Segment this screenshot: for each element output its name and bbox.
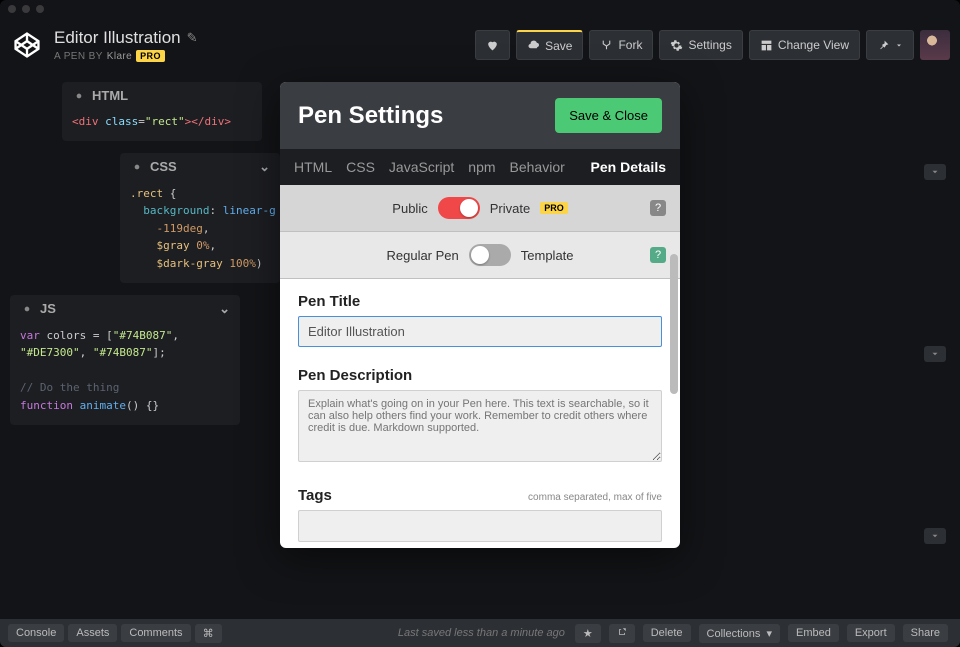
private-label: Private: [490, 201, 530, 216]
save-close-button[interactable]: Save & Close: [555, 98, 662, 133]
help-icon[interactable]: ?: [650, 200, 666, 216]
pin-button[interactable]: [866, 30, 914, 60]
tab-html[interactable]: HTML: [294, 159, 332, 175]
js-panel-label: JS: [40, 301, 56, 316]
shortcuts-button[interactable]: ⌘: [195, 624, 222, 643]
app-header: Editor Illustration ✎ A PEN BY Klare PRO…: [0, 18, 960, 72]
template-toggle-row: Regular Pen Template ?: [280, 232, 680, 279]
public-label: Public: [392, 201, 427, 216]
collections-button[interactable]: Collections ▾: [699, 624, 780, 643]
tab-pen-details[interactable]: Pen Details: [591, 159, 666, 175]
js-editor-panel[interactable]: JS⌄ var colors = ["#74B087","#DE7300", "…: [10, 295, 240, 425]
assets-button[interactable]: Assets: [68, 624, 117, 642]
traffic-light-min[interactable]: [22, 5, 30, 13]
collapse-button[interactable]: [924, 164, 946, 180]
comments-button[interactable]: Comments: [121, 624, 190, 642]
share-button[interactable]: Share: [903, 624, 948, 642]
pen-info: Editor Illustration ✎ A PEN BY Klare PRO: [54, 28, 475, 62]
export-button[interactable]: Export: [847, 624, 895, 642]
modal-title: Pen Settings: [298, 102, 555, 130]
pro-badge: PRO: [540, 202, 568, 214]
edit-title-icon[interactable]: ✎: [187, 30, 198, 46]
pen-title: Editor Illustration: [54, 28, 181, 48]
tab-javascript[interactable]: JavaScript: [389, 159, 454, 175]
console-button[interactable]: Console: [8, 624, 64, 642]
traffic-light-max[interactable]: [36, 5, 44, 13]
tab-behavior[interactable]: Behavior: [510, 159, 565, 175]
fork-button[interactable]: Fork: [589, 30, 653, 60]
save-status: Last saved less than a minute ago: [398, 627, 565, 639]
tab-css[interactable]: CSS: [346, 159, 375, 175]
codepen-logo[interactable]: [10, 28, 44, 62]
privacy-toggle-row: Public Private PRO ?: [280, 185, 680, 232]
modal-scrollbar[interactable]: [670, 254, 678, 548]
chevron-down-icon[interactable]: ⌄: [219, 301, 230, 317]
traffic-light-close[interactable]: [8, 5, 16, 13]
star-button[interactable]: ★: [575, 624, 601, 643]
pen-desc-label: Pen Description: [298, 367, 662, 384]
byline-prefix: A PEN BY: [54, 51, 103, 62]
regular-pen-label: Regular Pen: [386, 248, 458, 263]
tags-hint: comma separated, max of five: [528, 492, 662, 503]
html-panel-label: HTML: [92, 88, 128, 103]
heart-button[interactable]: [475, 30, 510, 60]
tags-input[interactable]: [298, 510, 662, 542]
help-icon[interactable]: ?: [650, 247, 666, 263]
user-avatar[interactable]: [920, 30, 950, 60]
pro-badge: PRO: [136, 50, 165, 62]
mac-titlebar: [0, 0, 960, 18]
chevron-down-icon[interactable]: ⌄: [259, 159, 270, 175]
collapse-button[interactable]: [924, 346, 946, 362]
footer-bar: Console Assets Comments ⌘ Last saved les…: [0, 619, 960, 647]
template-switch[interactable]: [469, 244, 511, 266]
pen-title-input[interactable]: [298, 316, 662, 347]
pen-settings-modal: Pen Settings Save & Close HTML CSS JavaS…: [280, 82, 680, 548]
html-editor-panel[interactable]: HTML <div class="rect"></div>: [62, 82, 262, 141]
settings-button[interactable]: Settings: [659, 30, 742, 60]
css-panel-label: CSS: [150, 159, 177, 174]
pen-title-label: Pen Title: [298, 293, 662, 310]
author-link[interactable]: Klare: [107, 51, 132, 62]
popout-button[interactable]: [609, 624, 635, 643]
change-view-button[interactable]: Change View: [749, 30, 860, 60]
collapse-button[interactable]: [924, 528, 946, 544]
modal-tab-bar: HTML CSS JavaScript npm Behavior Pen Det…: [280, 149, 680, 185]
embed-button[interactable]: Embed: [788, 624, 839, 642]
css-editor-panel[interactable]: CSS⌄ .rect { background: linear-g -119de…: [120, 153, 280, 283]
template-label: Template: [521, 248, 574, 263]
tab-npm[interactable]: npm: [468, 159, 495, 175]
tags-label: Tags: [298, 487, 332, 504]
pen-desc-textarea[interactable]: [298, 390, 662, 462]
save-button[interactable]: Save: [516, 30, 583, 60]
delete-button[interactable]: Delete: [643, 624, 691, 642]
privacy-switch[interactable]: [438, 197, 480, 219]
